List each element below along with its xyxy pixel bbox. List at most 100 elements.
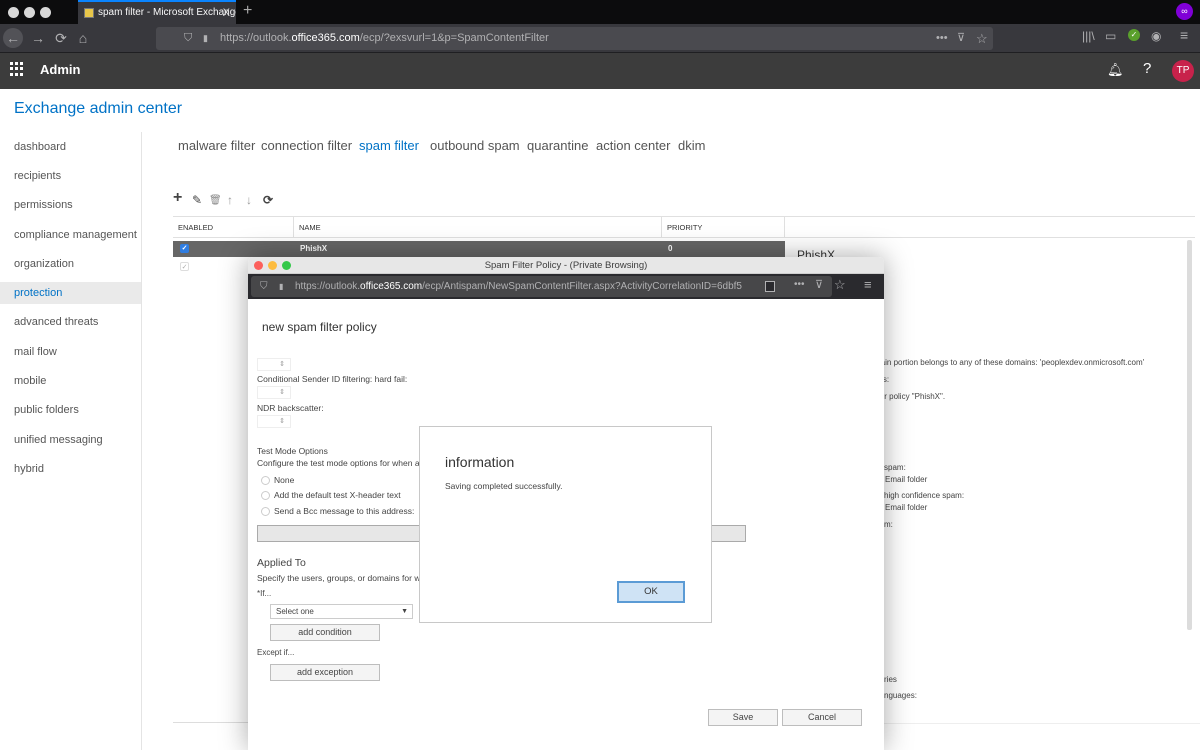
enabled-checkbox[interactable]: ✓ <box>180 262 189 271</box>
url-bar[interactable]: ⛉ ▮ https://outlook.office365.com/ecp/?e… <box>156 27 993 50</box>
browser-menu-icon[interactable]: ≡ <box>864 277 872 292</box>
sidebar-item-unified-messaging[interactable]: unified messaging <box>0 429 141 451</box>
browser-tab[interactable]: spam filter - Microsoft Exchange X <box>78 0 236 24</box>
page-actions-icon[interactable]: ••• <box>794 279 805 290</box>
details-line: high confidence spam: <box>884 491 965 500</box>
lock-icon[interactable]: ▮ <box>203 27 208 50</box>
window-minimize-button[interactable] <box>24 7 35 18</box>
back-button[interactable]: ← <box>3 28 23 48</box>
url-path: /ecp/?exsvurl=1&p=SpamContentFilter <box>359 32 549 44</box>
home-button[interactable]: ⌂ <box>73 28 93 48</box>
ok-button[interactable]: OK <box>617 581 685 603</box>
notifications-bell-icon[interactable]: 🔔︎ <box>1107 62 1124 78</box>
column-header-name[interactable]: NAME <box>294 217 662 238</box>
popup-url-prefix: https://outlook. <box>295 281 361 292</box>
ndr-backscatter-stepper[interactable]: ⇕ <box>257 415 291 428</box>
radio-none-label[interactable]: None <box>274 475 294 485</box>
details-line: m: <box>884 520 893 529</box>
popup-title-bar[interactable]: Spam Filter Policy - (Private Browsing) <box>248 257 884 274</box>
details-line: Email folder <box>885 503 928 512</box>
tab-quarantine[interactable]: quarantine <box>527 138 588 153</box>
form-heading: new spam filter policy <box>262 320 377 334</box>
reload-button[interactable]: ⟳ <box>51 28 71 48</box>
tab-dkim[interactable]: dkim <box>678 138 705 153</box>
table-row[interactable]: ✓ PhishX 0 <box>173 241 785 257</box>
sidebar-item-public-folders[interactable]: public folders <box>0 399 141 421</box>
popup-zoom-button[interactable] <box>282 261 291 270</box>
sidebar-item-advanced-threats[interactable]: advanced threats <box>0 311 141 333</box>
condition-select[interactable]: Select one ▼ <box>270 604 413 619</box>
move-up-arrow-icon[interactable]: ↑ <box>227 193 233 207</box>
shield-icon[interactable]: ⛉ <box>260 276 268 297</box>
tab-close-icon[interactable]: X <box>223 2 230 24</box>
radio-none[interactable] <box>261 476 270 485</box>
save-button[interactable]: Save <box>708 709 778 726</box>
tab-spam-filter[interactable]: spam filter <box>359 138 419 153</box>
details-scrollbar[interactable] <box>1187 240 1192 630</box>
sender-id-stepper[interactable]: ⇕ <box>257 386 291 399</box>
radio-x-header-label[interactable]: Add the default test X-header text <box>274 490 401 500</box>
edit-pencil-icon[interactable]: ✎ <box>192 193 202 207</box>
help-icon[interactable]: ? <box>1143 60 1151 77</box>
app-name[interactable]: Admin <box>40 62 80 77</box>
add-icon[interactable]: + <box>173 189 182 207</box>
bookmark-star-icon[interactable]: ☆ <box>976 27 988 50</box>
divider <box>884 723 1200 724</box>
tab-action-center[interactable]: action center <box>596 138 670 153</box>
delete-trash-icon[interactable]: 🗑︎ <box>209 195 222 206</box>
account-icon[interactable]: ◉ <box>1151 29 1161 43</box>
add-condition-button[interactable]: add condition <box>270 624 380 641</box>
pocket-icon[interactable]: ⊽ <box>815 278 823 291</box>
table-header: ENABLED NAME PRIORITY <box>173 216 1195 238</box>
shield-icon[interactable]: ⛉ <box>184 27 192 50</box>
sidebar-item-dashboard[interactable]: dashboard <box>0 136 141 158</box>
window-close-button[interactable] <box>8 7 19 18</box>
page-title: Exchange admin center <box>14 100 183 117</box>
ndr-backscatter-label: NDR backscatter: <box>257 403 324 413</box>
sidebar-item-protection[interactable]: protection <box>0 282 141 304</box>
sidebar-item-organization[interactable]: organization <box>0 253 141 275</box>
exchange-favicon-icon <box>84 8 94 18</box>
browser-menu-icon[interactable]: ≡ <box>1180 27 1188 43</box>
tab-connection-filter[interactable]: connection filter <box>261 138 352 153</box>
sidebar-item-recipients[interactable]: recipients <box>0 165 141 187</box>
pocket-icon[interactable]: ⊽ <box>957 27 965 50</box>
forward-button[interactable]: → <box>28 28 48 48</box>
extension-check-icon[interactable]: ✓ <box>1128 29 1140 41</box>
radio-bcc-label[interactable]: Send a Bcc message to this address: <box>274 506 414 516</box>
sidebar-item-hybrid[interactable]: hybrid <box>0 458 141 480</box>
window-zoom-button[interactable] <box>40 7 51 18</box>
column-header-priority[interactable]: PRIORITY <box>662 217 785 238</box>
app-launcher-icon[interactable] <box>10 62 24 76</box>
option-stepper[interactable]: ⇕ <box>257 358 291 371</box>
add-exception-button[interactable]: add exception <box>270 664 380 681</box>
cancel-button[interactable]: Cancel <box>782 709 862 726</box>
popup-close-button[interactable] <box>254 261 263 270</box>
user-avatar[interactable]: TP <box>1172 60 1194 82</box>
radio-bcc[interactable] <box>261 507 270 516</box>
tab-outbound-spam[interactable]: outbound spam <box>430 138 520 153</box>
sidebar-item-mail-flow[interactable]: mail flow <box>0 341 141 363</box>
browser-nav-bar: ← → ⟳ ⌂ ⛉ ▮ https://outlook.office365.co… <box>0 24 1200 53</box>
refresh-icon[interactable]: ⟳ <box>263 193 273 207</box>
new-tab-button[interactable]: + <box>243 2 252 20</box>
sidebar-icon[interactable]: ▭ <box>1105 29 1116 43</box>
column-header-enabled[interactable]: ENABLED <box>173 217 294 238</box>
sidebar-item-permissions[interactable]: permissions <box>0 194 141 216</box>
sidebar-item-compliance-management[interactable]: compliance management <box>0 224 141 246</box>
enabled-checkbox[interactable]: ✓ <box>180 244 189 253</box>
library-icon[interactable]: |||\ <box>1082 29 1095 43</box>
move-down-arrow-icon[interactable]: ↓ <box>246 193 252 207</box>
popup-url-bar[interactable]: ⛉ ▮ https://outlook.office365.com/ecp/An… <box>251 276 832 297</box>
radio-x-header[interactable] <box>261 491 270 500</box>
details-line: spam: <box>884 463 906 472</box>
lock-icon: ▮ <box>279 282 284 291</box>
reader-view-icon[interactable] <box>765 281 775 292</box>
bookmark-star-icon[interactable]: ☆ <box>834 277 846 293</box>
browser-tab-bar: spam filter - Microsoft Exchange X + ∞ <box>0 0 1200 24</box>
page-actions-icon[interactable]: ••• <box>936 27 948 50</box>
tab-malware-filter[interactable]: malware filter <box>178 138 255 153</box>
details-line: ilter policy "PhishX". <box>874 392 946 401</box>
sidebar-item-mobile[interactable]: mobile <box>0 370 141 392</box>
popup-minimize-button[interactable] <box>268 261 277 270</box>
